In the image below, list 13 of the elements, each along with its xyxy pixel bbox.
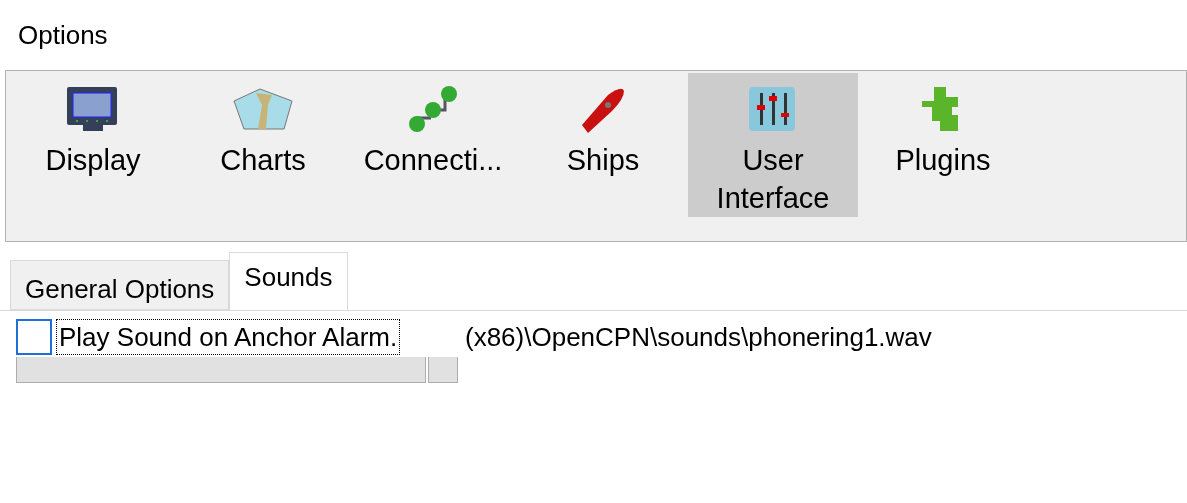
toolbar-button[interactable]: Plugins bbox=[858, 73, 1028, 217]
toolbar-button[interactable]: Ships bbox=[518, 73, 688, 217]
checkbox-label[interactable]: Play Sound on Anchor Alarm. bbox=[56, 319, 401, 355]
toolbar-button[interactable]: Charts bbox=[178, 73, 348, 217]
toolbar-button[interactable]: User Interface bbox=[688, 73, 858, 217]
checkbox[interactable] bbox=[16, 319, 52, 355]
tab[interactable]: Sounds bbox=[229, 252, 348, 310]
sound-file-path: (x86)\OpenCPN\sounds\phonering1.wav bbox=[465, 320, 932, 354]
window-title: Options bbox=[17, 19, 109, 52]
tab[interactable]: General Options bbox=[10, 260, 230, 310]
toolbar-button[interactable]: Display bbox=[8, 73, 178, 217]
toolbar-button[interactable]: Connecti... bbox=[348, 73, 518, 217]
small-button[interactable] bbox=[428, 357, 458, 383]
